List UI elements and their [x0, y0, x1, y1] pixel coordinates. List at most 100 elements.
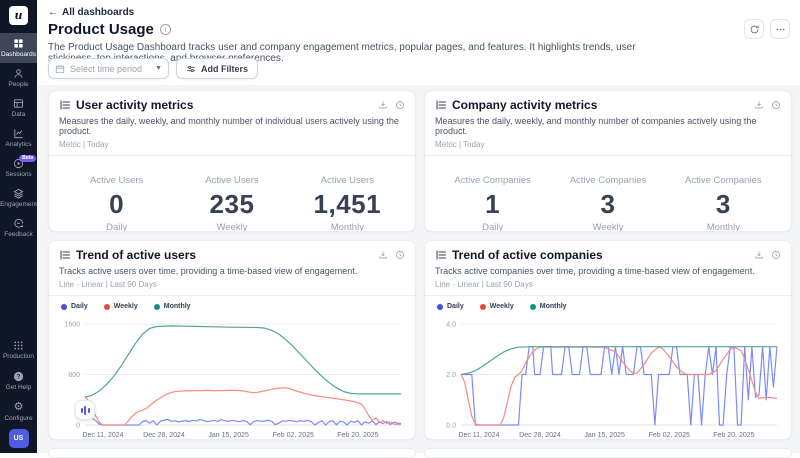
sidebar-item-label: Engagement [0, 201, 37, 208]
refresh-button[interactable] [744, 19, 764, 39]
legend-item[interactable]: Daily [437, 303, 464, 310]
metric: Active Companies 3 Monthly [666, 175, 781, 232]
add-filters-button[interactable]: Add Filters [176, 58, 258, 79]
legend-label: Daily [71, 303, 88, 310]
metric-label: Active Companies [550, 175, 665, 186]
svg-text:Feb 20, 2025: Feb 20, 2025 [713, 432, 754, 439]
legend-dot [104, 304, 110, 310]
card-description: Tracks active companies over time, provi… [435, 266, 781, 276]
back-arrow-icon: ← [48, 7, 58, 18]
legend-dot [530, 304, 536, 310]
metric-period: Monthly [666, 222, 781, 232]
svg-text:Dec 28, 2024: Dec 28, 2024 [519, 432, 561, 439]
sidebar-item-engagement[interactable]: Engagement [0, 183, 37, 213]
metric-value: 1,451 [290, 189, 405, 220]
time-period-select[interactable]: Select time period ▼ [48, 58, 169, 79]
sidebar: u Dashboards People Data Analytics [0, 0, 37, 453]
engagement-icon [13, 188, 24, 199]
sidebar-item-feedback[interactable]: Feedback [0, 213, 37, 243]
legend-item[interactable]: Monthly [154, 303, 191, 310]
feedback-icon [13, 218, 24, 229]
card-meta: Line - Linear | Last 90 Days [435, 280, 781, 289]
metric: Active Users 235 Weekly [174, 175, 289, 232]
sidebar-item-people[interactable]: People [0, 63, 37, 93]
svg-text:800: 800 [68, 372, 80, 379]
svg-text:1600: 1600 [64, 322, 80, 329]
widget-launcher-button[interactable] [75, 400, 95, 420]
sidebar-item-label: Analytics [5, 141, 31, 148]
legend-item[interactable]: Weekly [480, 303, 514, 310]
download-icon[interactable] [754, 100, 764, 110]
clock-icon[interactable] [771, 250, 781, 260]
main-area: ← All dashboards Product Usage i The Pro… [37, 0, 800, 453]
chart-legend: Daily Weekly Monthly [61, 303, 405, 310]
sidebar-item-production[interactable]: Production [0, 334, 37, 365]
info-icon[interactable]: i [160, 24, 171, 35]
svg-text:Feb 02, 2025: Feb 02, 2025 [273, 432, 314, 439]
sidebar-item-get-help[interactable]: ? Get Help [0, 365, 37, 396]
sidebar-item-label: Get Help [6, 384, 32, 391]
clock-icon[interactable] [395, 250, 405, 260]
legend-label: Monthly [164, 303, 191, 310]
metric-value: 3 [666, 189, 781, 220]
equalizer-icon [81, 408, 83, 413]
legend-item[interactable]: Daily [61, 303, 88, 310]
production-icon [13, 340, 24, 351]
metric: Active Companies 1 Daily [435, 175, 550, 232]
card-meta: Metric | Today [59, 140, 405, 149]
sidebar-item-label: Sessions [5, 171, 31, 178]
legend-label: Weekly [114, 303, 138, 310]
card-description: Measures the daily, weekly, and monthly … [59, 116, 405, 136]
clock-icon[interactable] [395, 100, 405, 110]
card-trend-active-users: Trend of active users Tracks active user… [48, 240, 416, 440]
line-chart: 08001600Dec 11, 2024Dec 28, 2024Jan 15, … [59, 312, 405, 440]
svg-text:0: 0 [76, 423, 80, 430]
time-period-placeholder: Select time period [70, 64, 150, 74]
metric-label: Active Users [290, 175, 405, 186]
equalizer-icon [88, 408, 90, 413]
svg-text:Feb 20, 2025: Feb 20, 2025 [337, 432, 378, 439]
metric-period: Daily [435, 222, 550, 232]
line-chart: 0.02.04.0Dec 11, 2024Dec 28, 2024Jan 15,… [435, 312, 781, 440]
gear-icon: ⚙ [14, 402, 24, 413]
clock-icon[interactable] [771, 100, 781, 110]
metric-period: Weekly [550, 222, 665, 232]
filter-icon [186, 64, 196, 74]
analytics-icon [13, 128, 24, 139]
svg-text:?: ? [17, 374, 21, 380]
legend-item[interactable]: Monthly [530, 303, 567, 310]
breadcrumb[interactable]: ← All dashboards [48, 7, 134, 18]
download-icon[interactable] [754, 250, 764, 260]
sidebar-item-data[interactable]: Data [0, 93, 37, 123]
sidebar-item-dashboards[interactable]: Dashboards [0, 33, 37, 63]
chevron-down-icon: ▼ [155, 65, 162, 72]
card-meta: Line - Linear | Last 90 Days [59, 280, 405, 289]
legend-dot [154, 304, 160, 310]
download-icon[interactable] [378, 250, 388, 260]
legend-item[interactable]: Weekly [104, 303, 138, 310]
legend-dot [61, 304, 67, 310]
metric: Active Users 0 Daily [59, 175, 174, 232]
page-title: Product Usage [48, 21, 154, 38]
sidebar-bottom: Production ? Get Help ⚙ Configure US [0, 334, 37, 453]
svg-text:0.0: 0.0 [446, 423, 456, 430]
card-title: Trend of active users [76, 248, 373, 262]
metric-label: Active Users [174, 175, 289, 186]
more-options-button[interactable] [770, 19, 790, 39]
metric-label: Active Companies [435, 175, 550, 186]
user-avatar[interactable]: US [9, 429, 29, 448]
metric-value: 3 [550, 189, 665, 220]
svg-text:Jan 15, 2025: Jan 15, 2025 [584, 432, 625, 439]
app-logo[interactable]: u [9, 6, 28, 25]
sidebar-item-sessions[interactable]: Beta Sessions [0, 153, 37, 183]
dashboards-icon [13, 38, 24, 49]
ellipsis-icon [775, 24, 786, 35]
download-icon[interactable] [378, 100, 388, 110]
sidebar-item-analytics[interactable]: Analytics [0, 123, 37, 153]
svg-text:Dec 11, 2024: Dec 11, 2024 [82, 432, 123, 439]
svg-text:Dec 28, 2024: Dec 28, 2024 [143, 432, 185, 439]
metric-label: Active Users [59, 175, 174, 186]
sidebar-item-configure[interactable]: ⚙ Configure [0, 396, 37, 427]
svg-text:Dec 11, 2024: Dec 11, 2024 [458, 432, 499, 439]
chart-svg: 0.02.04.0Dec 11, 2024Dec 28, 2024Jan 15,… [435, 312, 781, 440]
